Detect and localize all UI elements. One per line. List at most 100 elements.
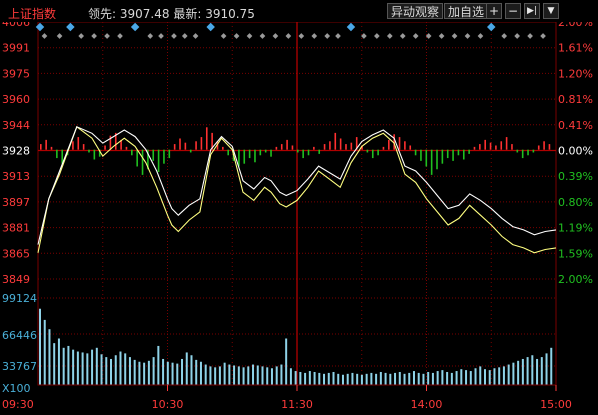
volume-bar (237, 366, 240, 385)
volume-bar (280, 364, 283, 385)
strength-bar (313, 146, 315, 150)
strength-bar (409, 145, 412, 150)
strength-bar (280, 144, 283, 150)
strength-bar (516, 149, 519, 153)
strength-bar (495, 145, 497, 150)
volume-bar (351, 372, 354, 385)
volume-bar (157, 345, 160, 385)
volume-bar (412, 371, 415, 385)
volume-bar (341, 374, 344, 385)
strength-bar (366, 149, 369, 153)
strength-bar (548, 144, 551, 150)
volume-bar (181, 358, 184, 385)
volume-bar (370, 372, 373, 385)
strength-bar (446, 149, 449, 159)
strength-bar (254, 149, 256, 163)
right-axis-label: 0.80% (558, 196, 593, 209)
volume-axis-label: 99124 (2, 292, 37, 305)
strength-bar (45, 139, 47, 150)
volume-bar (327, 372, 330, 385)
left-axis-label: 3960 (2, 93, 30, 106)
volume-bar (488, 370, 491, 385)
volume-bar (375, 373, 378, 385)
latest-value: 3910.75 (205, 7, 255, 21)
volume-bar (408, 372, 411, 385)
strength-bar (259, 149, 262, 156)
price-readout: 领先: 3907.48 最新: 3910.75 (88, 5, 255, 22)
volume-bar (133, 359, 136, 385)
strength-bar (72, 141, 74, 150)
strength-bar (436, 149, 438, 170)
volume-bar (228, 364, 231, 385)
volume-bar (450, 372, 453, 385)
add-watchlist-button[interactable]: 加自选 (444, 3, 489, 19)
strength-bar (339, 138, 342, 150)
latest-label: 最新: (173, 7, 202, 21)
volume-bar (204, 364, 207, 385)
right-axis-label: 1.59% (558, 247, 593, 260)
intraday-chart[interactable]: 4006 2.00% 3991 1.61% 3975 1.20% 3960 0.81% 3944… (0, 22, 598, 415)
strength-bar (398, 137, 401, 150)
volume-bar (540, 357, 543, 385)
volume-bar (266, 367, 269, 385)
volume-bar (190, 355, 193, 385)
left-axis-label: 3928 (2, 145, 30, 158)
volume-bar (389, 373, 392, 385)
volume-bar (119, 351, 122, 385)
left-axis-label: 3881 (2, 222, 30, 235)
volume-bar (48, 329, 51, 385)
volume-bar (176, 363, 179, 385)
zoom-in-icon[interactable]: + (486, 3, 502, 19)
volume-bar (233, 365, 236, 385)
volume-bar (403, 373, 406, 385)
strength-bar (40, 144, 42, 150)
strength-bar (88, 149, 90, 153)
volume-bar (147, 360, 150, 385)
volume-bar (417, 372, 420, 385)
volume-bar (128, 357, 131, 385)
volume-bar (185, 352, 188, 385)
volume-bar (299, 371, 302, 385)
volume-bar (384, 372, 387, 385)
zoom-out-icon[interactable]: − (505, 3, 521, 19)
strength-bar (404, 141, 406, 150)
index-name[interactable]: 上证指数 (8, 5, 56, 22)
volume-bar (398, 371, 401, 385)
x-tick-label: 15:00 (540, 398, 572, 411)
strength-bar (238, 149, 240, 167)
right-axis-label: 1.19% (558, 222, 593, 235)
volume-bar (105, 357, 108, 385)
anomaly-watch-button[interactable]: 异动观察 (387, 3, 444, 19)
lead-value: 3907.48 (119, 7, 170, 21)
strength-bar (543, 141, 545, 150)
volume-bar (218, 366, 221, 385)
volume-bar (498, 367, 501, 385)
volume-bar (214, 367, 217, 385)
strength-bar (377, 149, 379, 156)
volume-bar (346, 373, 349, 385)
volume-bar (57, 338, 60, 385)
strength-bar (291, 145, 294, 150)
volume-bar (308, 371, 311, 385)
strength-bar (56, 149, 58, 159)
strength-bar (200, 137, 203, 150)
volume-bar (431, 372, 434, 385)
dropdown-icon[interactable]: ▼ (543, 3, 559, 19)
volume-bar (502, 366, 505, 385)
strength-bar (318, 149, 321, 154)
strength-bar (152, 149, 155, 161)
strength-bar (82, 144, 85, 150)
volume-bar (427, 371, 430, 385)
next-page-icon[interactable]: ▶| (524, 3, 540, 19)
volume-bar (474, 368, 477, 385)
volume-bar (356, 373, 359, 385)
strength-bar (329, 141, 331, 150)
strength-bar (500, 141, 503, 150)
strength-bar (505, 137, 508, 150)
right-axis-label: 1.20% (558, 67, 593, 80)
x-tick-label: 14:00 (411, 398, 443, 411)
strength-bar (50, 146, 53, 150)
left-axis-label: 3991 (2, 42, 30, 55)
strength-bar (462, 149, 465, 160)
volume-bar (114, 355, 117, 385)
